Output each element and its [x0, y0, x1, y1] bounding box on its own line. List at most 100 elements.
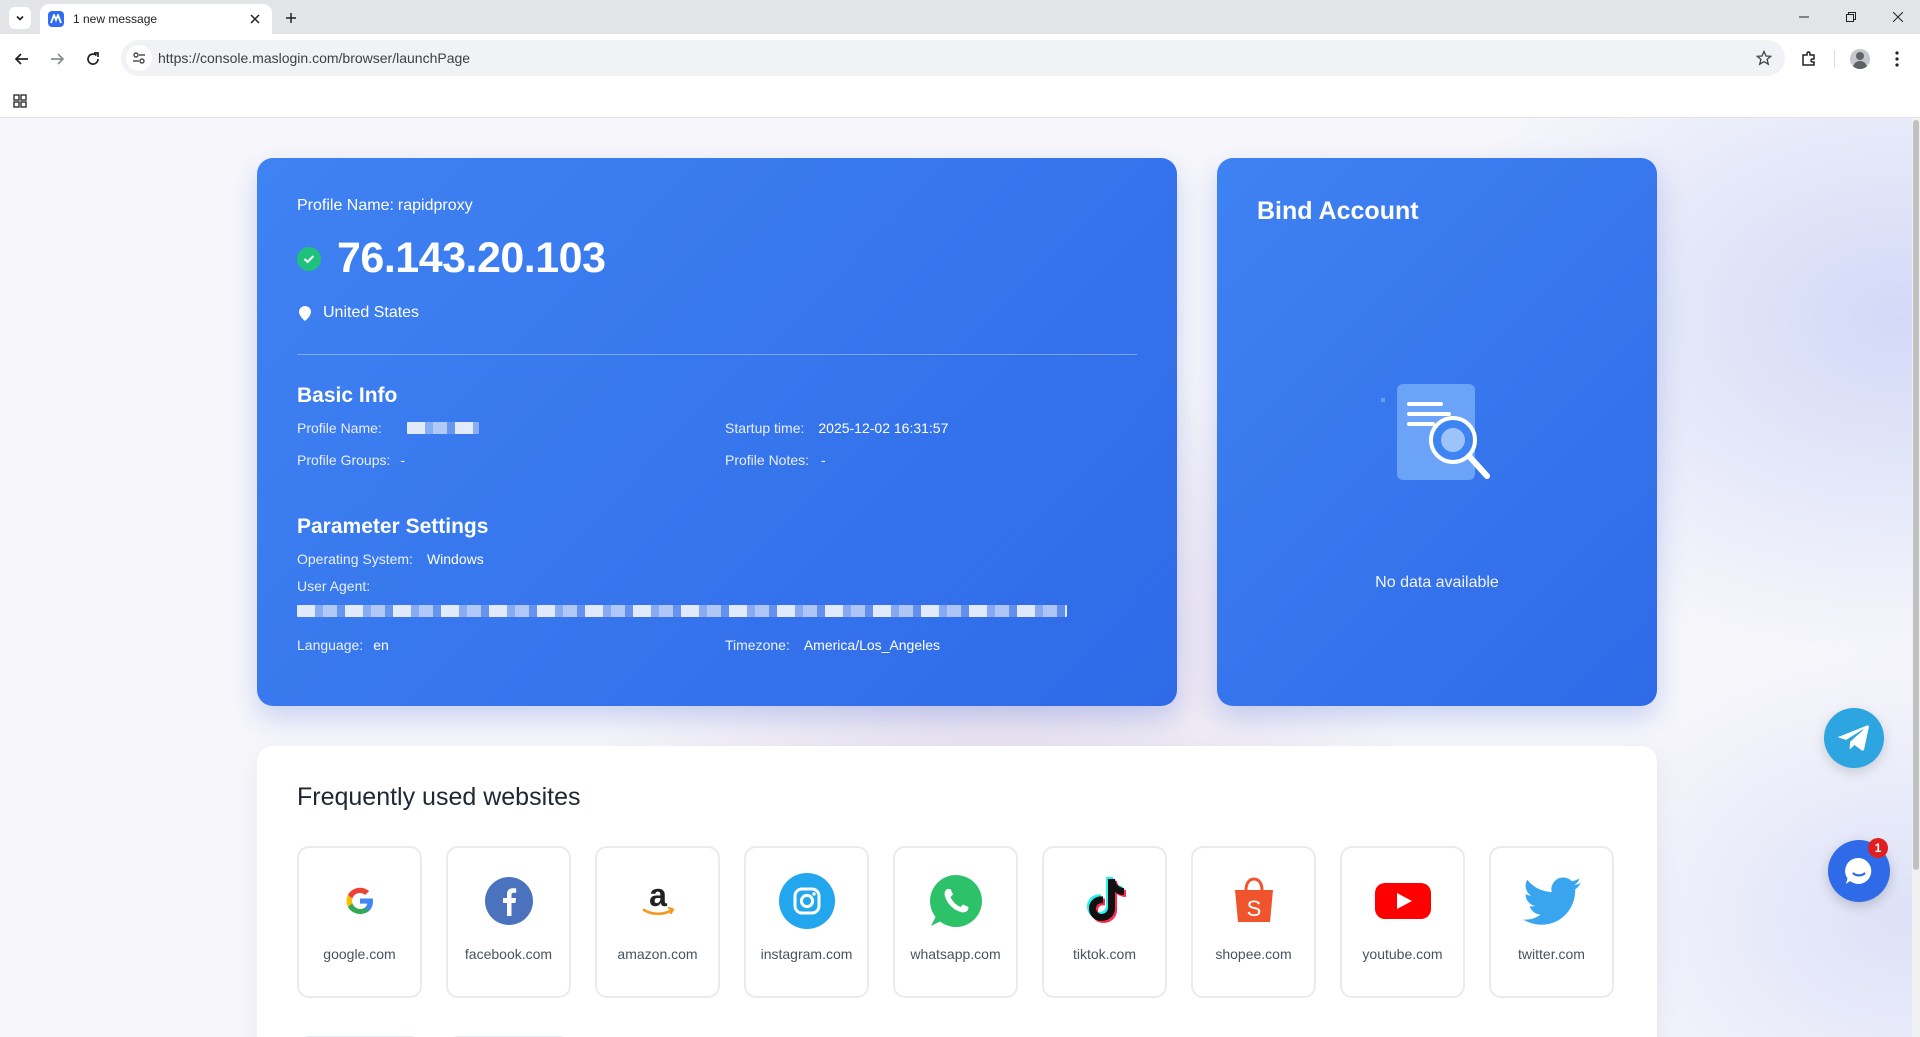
- instagram-icon: [778, 872, 836, 930]
- basic-profile-name-label: Profile Name:: [297, 420, 382, 436]
- timezone-value: America/Los_Angeles: [803, 637, 941, 653]
- site-label-google: google.com: [323, 946, 396, 962]
- site-tile-tiktok[interactable]: tiktok.com: [1042, 846, 1167, 998]
- reload-icon: [87, 52, 99, 65]
- scrollbar-thumb[interactable]: [1913, 120, 1919, 870]
- profile-button[interactable]: [1847, 46, 1873, 72]
- user-agent: User Agent:: [297, 578, 370, 594]
- plus-icon: [286, 13, 296, 23]
- whatsapp-icon: [927, 872, 985, 930]
- tab-search-button[interactable]: [9, 7, 31, 29]
- reload-button[interactable]: [80, 46, 106, 72]
- site-label-instagram: instagram.com: [760, 946, 853, 962]
- restore-icon: [1846, 12, 1856, 22]
- scrollbar[interactable]: [1912, 118, 1920, 1037]
- redacted-profile-name: [407, 422, 479, 434]
- site-label-youtube: youtube.com: [1362, 946, 1443, 962]
- site-label-tiktok: tiktok.com: [1072, 946, 1136, 962]
- profile-groups-value: -: [400, 452, 406, 468]
- parameter-settings-title: Parameter Settings: [297, 515, 489, 538]
- profile-notes: Profile Notes: -: [725, 452, 826, 468]
- timezone: Timezone: America/Los_Angeles: [725, 637, 940, 653]
- ip-row: 76.143.20.103: [297, 234, 606, 283]
- site-tile-amazon[interactable]: a amazon.com: [595, 846, 720, 998]
- profile-name-line: Profile Name: rapidproxy: [297, 197, 473, 215]
- bind-account-title: Bind Account: [1257, 197, 1419, 225]
- profile-name-label: Profile Name:: [297, 197, 394, 214]
- site-tile-shopee[interactable]: S shopee.com: [1191, 846, 1316, 998]
- empty-search-illustration-icon: [1381, 384, 1490, 480]
- site-label-amazon: amazon.com: [617, 946, 698, 962]
- site-settings-icon[interactable]: [126, 45, 152, 71]
- bookmarks-bar: [0, 84, 1920, 118]
- profile-info-card: Profile Name: rapidproxy 76.143.20.103 U…: [257, 158, 1177, 706]
- shopee-icon: S: [1225, 872, 1283, 930]
- site-tile-facebook[interactable]: facebook.com: [446, 846, 571, 998]
- ip-address: 76.143.20.103: [337, 234, 606, 282]
- bookmark-star-icon[interactable]: [1751, 45, 1777, 71]
- os-label: Operating System:: [297, 551, 413, 567]
- restore-button[interactable]: [1829, 0, 1873, 34]
- extensions-icon[interactable]: [1796, 46, 1822, 72]
- language-label: Language:: [297, 637, 364, 653]
- close-icon: [1893, 12, 1903, 22]
- forward-button[interactable]: [44, 46, 70, 72]
- site-label-twitter: twitter.com: [1518, 946, 1585, 962]
- operating-system: Operating System: Windows: [297, 551, 484, 567]
- back-button[interactable]: [9, 46, 35, 72]
- country-text: United States: [323, 304, 420, 321]
- profile-notes-label: Profile Notes:: [725, 452, 810, 468]
- bind-account-card: Bind Account No data available: [1217, 158, 1657, 706]
- url-text[interactable]: https://console.maslogin.com/browser/lau…: [158, 50, 1751, 66]
- browser-menu-button[interactable]: [1884, 46, 1910, 72]
- tab-title: 1 new message: [73, 12, 158, 26]
- timezone-label: Timezone:: [725, 637, 790, 653]
- address-bar[interactable]: https://console.maslogin.com/browser/lau…: [121, 40, 1785, 76]
- site-label-shopee: shopee.com: [1215, 946, 1292, 962]
- maslogin-favicon-icon: [48, 11, 64, 27]
- new-tab-button[interactable]: [280, 7, 302, 29]
- amazon-icon: a: [629, 872, 687, 930]
- telegram-button[interactable]: [1824, 708, 1884, 768]
- basic-profile-name: Profile Name:: [297, 420, 382, 436]
- browser-toolbar: https://console.maslogin.com/browser/lau…: [0, 34, 1920, 84]
- toolbar-separator: [1834, 50, 1835, 68]
- site-tile-whatsapp[interactable]: whatsapp.com: [893, 846, 1018, 998]
- language: Language: en: [297, 637, 389, 653]
- site-tile-instagram[interactable]: instagram.com: [744, 846, 869, 998]
- no-data-text: No data available: [1375, 574, 1499, 591]
- check-circle-icon: [297, 246, 321, 271]
- profile-groups: Profile Groups: -: [297, 452, 405, 468]
- startup-time-label: Startup time:: [725, 420, 805, 436]
- twitter-icon: [1523, 872, 1581, 930]
- minimize-button[interactable]: [1782, 0, 1826, 34]
- frequent-websites-title: Frequently used websites: [297, 783, 581, 811]
- basic-info-title: Basic Info: [297, 384, 398, 407]
- google-icon: [331, 872, 389, 930]
- startup-time-value: 2025-12-02 16:31:57: [818, 420, 949, 436]
- site-tile-twitter[interactable]: twitter.com: [1489, 846, 1614, 998]
- arrow-left-icon: [14, 53, 28, 65]
- apps-grid-icon[interactable]: [10, 91, 30, 111]
- close-window-button[interactable]: [1876, 0, 1920, 34]
- facebook-icon: [480, 872, 538, 930]
- redacted-user-agent: [297, 605, 1067, 617]
- tiktok-icon: [1076, 872, 1134, 930]
- close-tab-icon[interactable]: [246, 10, 264, 28]
- arrow-right-icon: [51, 53, 65, 65]
- launch-page: Profile Name: rapidproxy 76.143.20.103 U…: [0, 118, 1920, 1037]
- site-tile-youtube[interactable]: youtube.com: [1340, 846, 1465, 998]
- telegram-icon: [1838, 725, 1869, 751]
- profile-groups-label: Profile Groups:: [297, 452, 391, 468]
- svg-text:S: S: [1247, 896, 1262, 921]
- minimize-icon: [1799, 16, 1809, 18]
- avatar: [1850, 49, 1870, 69]
- notification-badge: 1: [1868, 838, 1888, 858]
- profile-name-value: rapidproxy: [397, 197, 473, 214]
- site-label-whatsapp: whatsapp.com: [910, 946, 1001, 962]
- divider: [297, 354, 1137, 355]
- map-pin-icon: [299, 305, 311, 321]
- active-tab[interactable]: 1 new message: [40, 4, 272, 34]
- site-tile-google[interactable]: google.com: [297, 846, 422, 998]
- user-agent-label: User Agent:: [297, 578, 371, 594]
